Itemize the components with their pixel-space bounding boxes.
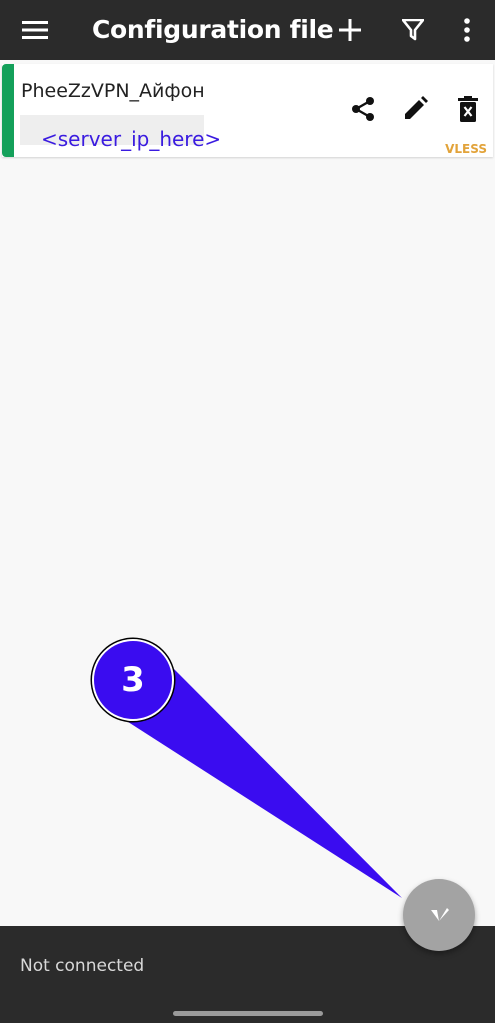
- server-card[interactable]: PheeZzVPN_Айфон <server_ip_here> VLESS: [2, 64, 493, 157]
- delete-icon[interactable]: [453, 94, 483, 124]
- protocol-badge: VLESS: [445, 142, 487, 156]
- server-name: PheeZzVPN_Айфон: [21, 80, 205, 102]
- top-app-bar: Configuration file: [0, 0, 495, 60]
- menu-icon[interactable]: [15, 10, 55, 50]
- share-icon[interactable]: [348, 94, 378, 124]
- connection-status: Not connected: [20, 956, 145, 976]
- selected-indicator: [2, 64, 14, 157]
- step-marker: 3: [92, 639, 174, 721]
- page-title: Configuration file: [92, 15, 334, 44]
- server-address: <server_ip_here>: [41, 127, 222, 151]
- connect-button[interactable]: [403, 879, 475, 951]
- filter-icon[interactable]: [393, 10, 433, 50]
- edit-icon[interactable]: [400, 94, 430, 124]
- home-indicator: [173, 1011, 323, 1016]
- more-vert-icon[interactable]: [447, 10, 487, 50]
- add-icon[interactable]: [330, 10, 370, 50]
- vpn-connect-icon: [431, 908, 449, 921]
